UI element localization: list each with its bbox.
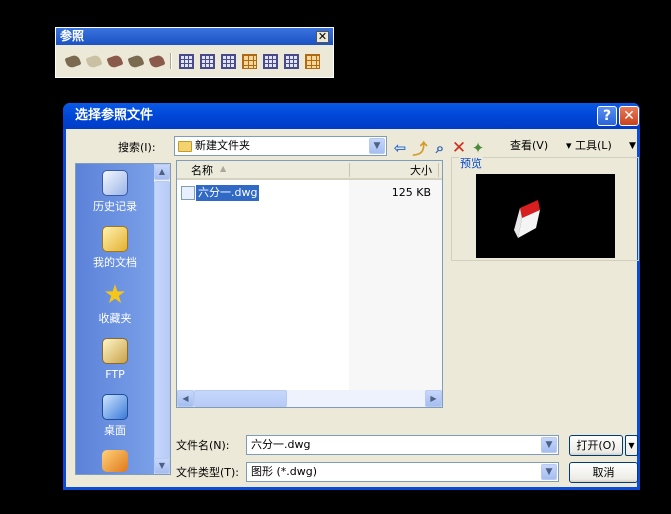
buzzsaw-icon: [102, 450, 128, 472]
search-label: 搜索(I):: [118, 141, 156, 154]
column-size-header[interactable]: 大小: [410, 164, 432, 178]
column-name-header[interactable]: 名称: [191, 164, 213, 178]
search-in-combo[interactable]: 新建文件夹 ▼: [174, 136, 387, 156]
underlay-frame-icon[interactable]: [261, 52, 279, 70]
place-my-documents-label: 我的文档: [93, 256, 137, 269]
toolbar-separator: [170, 53, 172, 69]
column-separator[interactable]: [438, 163, 439, 177]
toolbar-titlebar[interactable]: 参照 ✕: [56, 28, 333, 45]
scroll-left-icon[interactable]: ◀: [177, 390, 194, 407]
dwf-underlay-icon[interactable]: [282, 52, 300, 70]
reference-manager-icon[interactable]: [148, 52, 166, 70]
image-transparency-icon[interactable]: [219, 52, 237, 70]
chevron-down-icon[interactable]: ▼: [369, 138, 385, 154]
list-header: 名称 ▲ 大小: [177, 161, 442, 180]
search-in-value: 新建文件夹: [195, 139, 250, 152]
cancel-button[interactable]: 取消: [569, 462, 638, 483]
help-button[interactable]: ?: [597, 106, 617, 126]
file-list-hscrollbar[interactable]: ◀ ▶: [177, 390, 442, 407]
preview-group: 预览: [451, 157, 639, 261]
places-list: 历史记录 我的文档 ★ 收藏夹 FTP 桌面: [76, 164, 154, 474]
places-scroll-thumb[interactable]: [154, 181, 170, 459]
attach-image-icon[interactable]: [85, 52, 103, 70]
place-desktop-label: 桌面: [104, 424, 126, 437]
place-history-label: 历史记录: [93, 200, 137, 213]
desktop-icon: [102, 394, 128, 420]
open-options-chevron-icon[interactable]: ▼: [625, 435, 638, 456]
drawing-thumbnail: [514, 200, 540, 238]
filename-combo[interactable]: 六分一.dwg ▼: [246, 435, 559, 455]
dwg-file-icon: [181, 186, 195, 200]
search-web-icon[interactable]: ⌕: [431, 139, 449, 157]
sort-up-icon: ▲: [220, 164, 227, 173]
select-reference-file-dialog: 选择参照文件 ? ✕ 搜索(I): 新建文件夹 ▼ ⇦ ⤴ ⌕ ✕ ✦ 查看(V…: [63, 103, 640, 490]
file-name: 六分一.dwg: [196, 185, 260, 201]
my-documents-icon: [102, 226, 128, 252]
views-menu[interactable]: 查看(V): [510, 139, 548, 153]
new-folder-icon[interactable]: ✦: [469, 139, 487, 157]
reference-toolbar: 参照 ✕: [55, 27, 334, 78]
places-bar: 历史记录 我的文档 ★ 收藏夹 FTP 桌面 ▲ ▼: [75, 163, 171, 475]
scroll-right-icon[interactable]: ▶: [425, 390, 442, 407]
places-scrollbar[interactable]: ▲ ▼: [154, 164, 170, 474]
place-favorites-label: 收藏夹: [98, 312, 132, 325]
column-separator[interactable]: [349, 163, 350, 177]
tools-dropdown-icon[interactable]: ▼: [629, 139, 636, 153]
filename-label: 文件名(N):: [176, 439, 230, 452]
ftp-icon: [102, 338, 128, 364]
file-size: 125 KB: [391, 186, 431, 199]
clip-reference-icon[interactable]: [106, 52, 124, 70]
favorites-icon: ★: [103, 280, 127, 310]
filetype-value: 图形 (*.dwg): [251, 465, 318, 478]
chevron-down-icon[interactable]: ▼: [541, 437, 557, 453]
back-arrow-icon[interactable]: ⇦: [391, 139, 409, 157]
chevron-down-icon[interactable]: ▼: [541, 464, 557, 480]
dialog-title: 选择参照文件: [75, 108, 154, 123]
up-folder-icon[interactable]: ⤴: [411, 139, 429, 158]
xref-frame-icon[interactable]: [240, 52, 258, 70]
file-list-scroll-thumb[interactable]: [194, 390, 287, 407]
dialog-titlebar[interactable]: 选择参照文件 ? ✕: [63, 103, 640, 129]
file-list: 名称 ▲ 大小 六分一.dwg 125 KB ◀ ▶: [176, 160, 443, 408]
filetype-label: 文件类型(T):: [176, 466, 240, 479]
size-column-bg: [349, 180, 442, 390]
scroll-down-icon[interactable]: ▼: [154, 458, 170, 474]
toolbar-close-icon[interactable]: ✕: [316, 31, 329, 43]
image-quality-icon[interactable]: [198, 52, 216, 70]
filetype-combo[interactable]: 图形 (*.dwg) ▼: [246, 462, 559, 482]
place-ftp-label: FTP: [105, 368, 125, 381]
preview-label: 预览: [459, 157, 483, 171]
preview-image: [476, 174, 615, 258]
delete-icon[interactable]: ✕: [450, 138, 468, 158]
scroll-up-icon[interactable]: ▲: [154, 164, 170, 180]
filename-value: 六分一.dwg: [251, 438, 311, 451]
folder-icon: [178, 141, 192, 152]
clip-image-icon[interactable]: [127, 52, 145, 70]
image-frame-icon[interactable]: [177, 52, 195, 70]
open-button[interactable]: 打开(O): [569, 435, 623, 456]
history-icon: [102, 170, 128, 196]
tools-menu[interactable]: ▾ 工具(L): [566, 139, 612, 153]
highlight-frame-icon[interactable]: [303, 52, 321, 70]
file-row[interactable]: 六分一.dwg 125 KB: [181, 185, 435, 201]
attach-reference-icon[interactable]: [64, 52, 82, 70]
toolbar-title: 参照: [60, 29, 85, 43]
close-button[interactable]: ✕: [619, 106, 639, 126]
